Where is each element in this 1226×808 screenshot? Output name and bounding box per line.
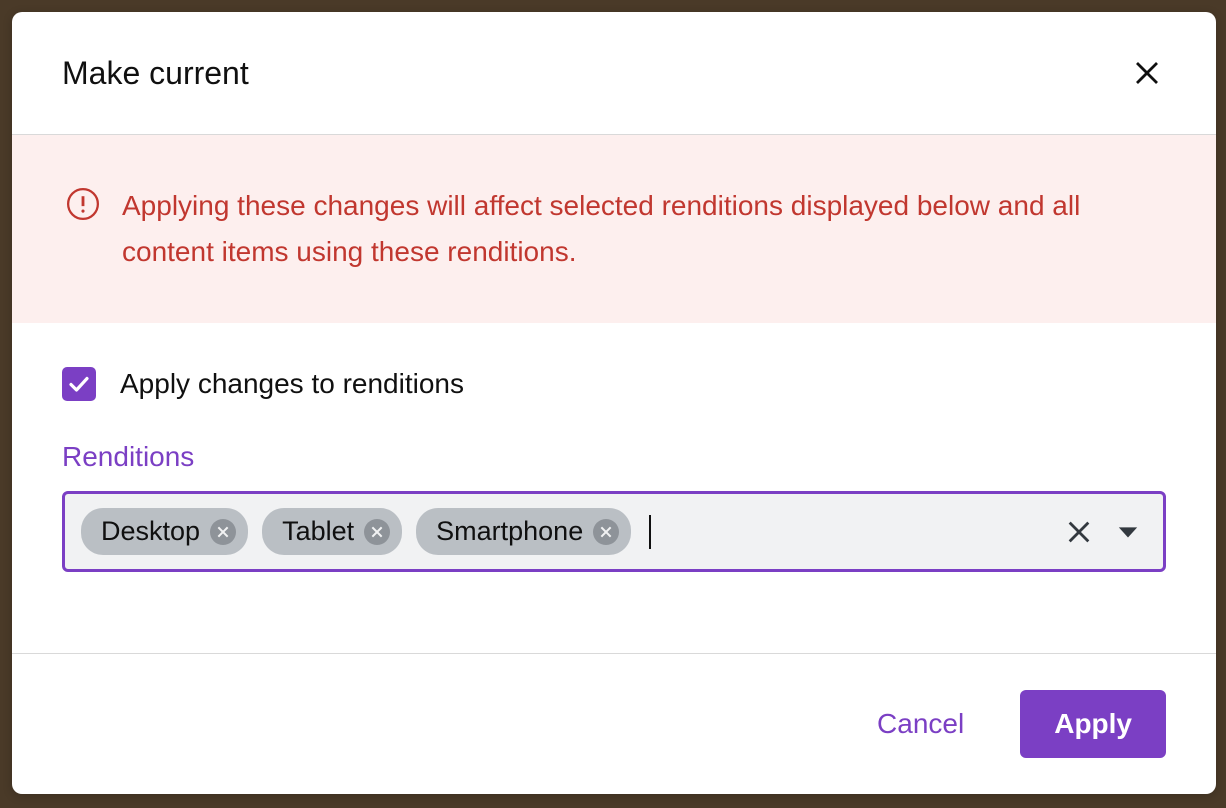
cancel-button[interactable]: Cancel xyxy=(877,708,964,740)
apply-changes-label: Apply changes to renditions xyxy=(120,368,464,400)
select-controls xyxy=(1065,518,1147,546)
alert-text: Applying these changes will affect selec… xyxy=(122,183,1162,275)
close-button[interactable] xyxy=(1128,54,1166,92)
chip-remove-desktop[interactable] xyxy=(210,519,236,545)
chip-remove-smartphone[interactable] xyxy=(593,519,619,545)
chip-desktop: Desktop xyxy=(81,508,248,555)
remove-icon xyxy=(370,525,384,539)
renditions-chips: Desktop Tablet xyxy=(81,508,631,555)
dialog-body: Applying these changes will affect selec… xyxy=(12,135,1216,653)
chip-remove-tablet[interactable] xyxy=(364,519,390,545)
dialog-title: Make current xyxy=(62,55,249,92)
remove-icon xyxy=(599,525,613,539)
dialog-footer: Cancel Apply xyxy=(12,653,1216,794)
dialog-content: Apply changes to renditions Renditions D… xyxy=(12,323,1216,582)
remove-icon xyxy=(216,525,230,539)
warning-alert: Applying these changes will affect selec… xyxy=(12,135,1216,323)
clear-icon xyxy=(1065,518,1093,546)
chip-label: Tablet xyxy=(282,516,354,547)
chip-smartphone: Smartphone xyxy=(416,508,631,555)
apply-button[interactable]: Apply xyxy=(1020,690,1166,758)
close-icon xyxy=(1132,58,1162,88)
dialog-header: Make current xyxy=(12,12,1216,135)
caret-down-icon xyxy=(1117,525,1139,539)
apply-changes-checkbox[interactable] xyxy=(62,367,96,401)
renditions-select[interactable]: Desktop Tablet xyxy=(62,491,1166,572)
check-icon xyxy=(67,372,91,396)
make-current-dialog: Make current Applying these changes will… xyxy=(12,12,1216,794)
text-cursor xyxy=(649,515,651,549)
alert-icon xyxy=(66,187,100,226)
chip-label: Smartphone xyxy=(436,516,583,547)
clear-all-button[interactable] xyxy=(1065,518,1093,546)
chip-label: Desktop xyxy=(101,516,200,547)
chip-tablet: Tablet xyxy=(262,508,402,555)
renditions-label: Renditions xyxy=(62,441,1166,473)
apply-changes-row: Apply changes to renditions xyxy=(62,367,1166,401)
dropdown-toggle[interactable] xyxy=(1117,525,1139,539)
